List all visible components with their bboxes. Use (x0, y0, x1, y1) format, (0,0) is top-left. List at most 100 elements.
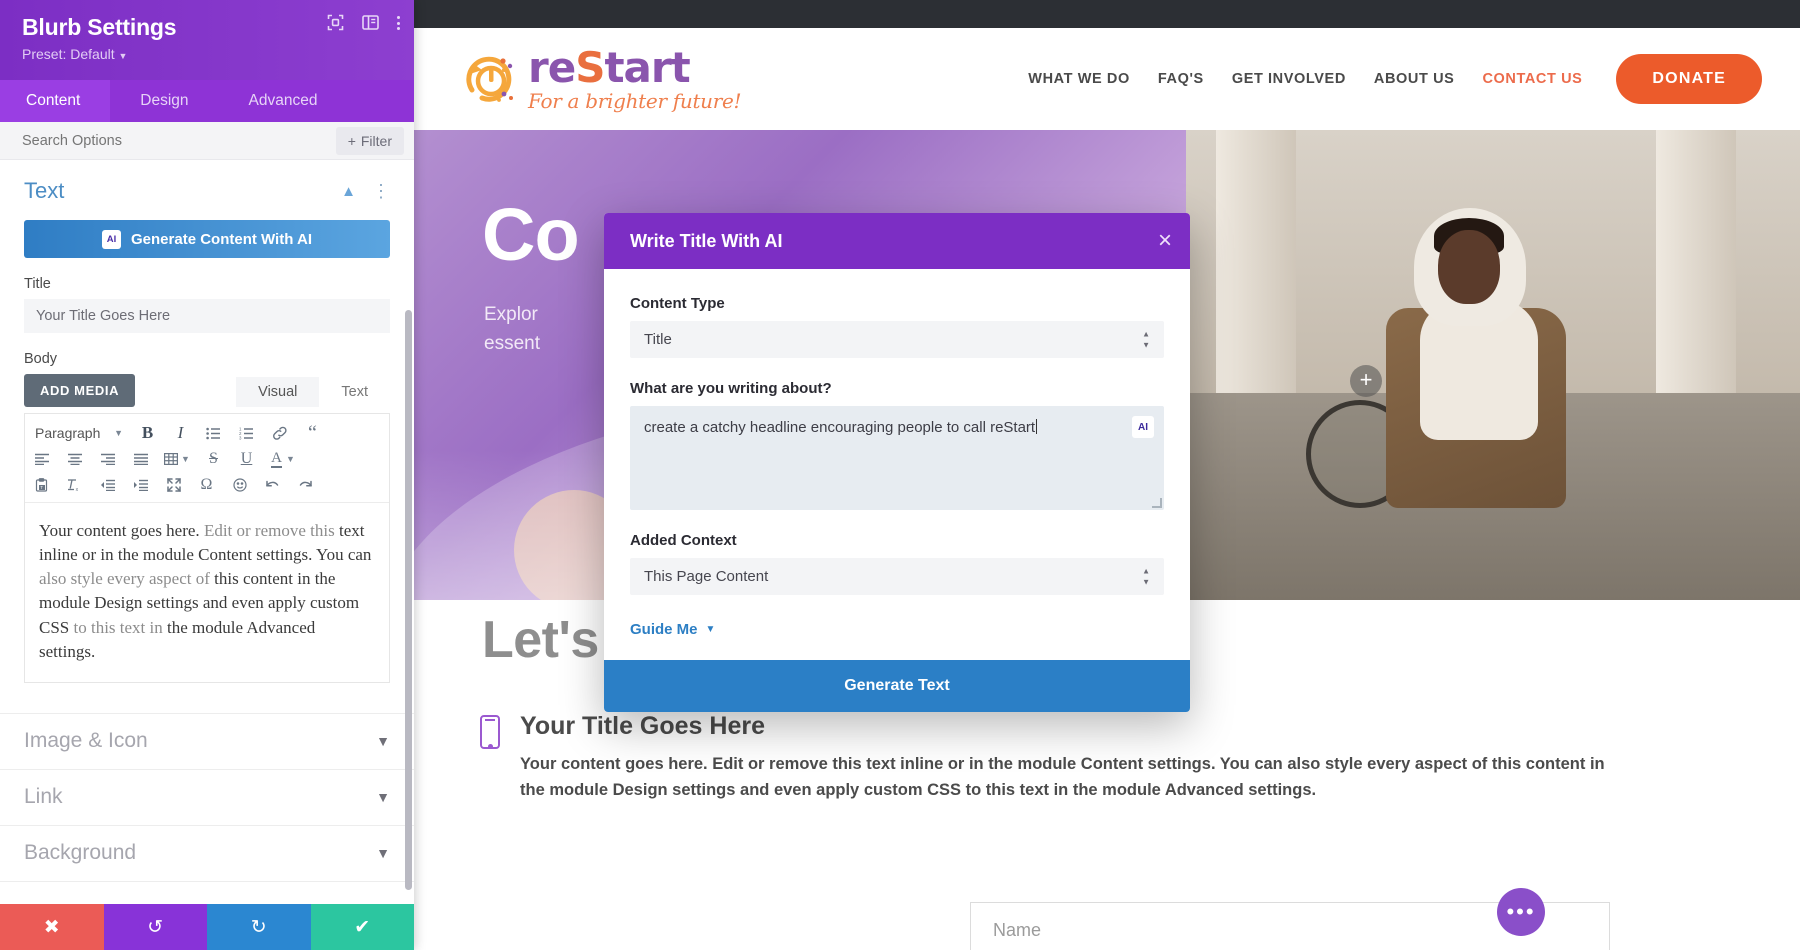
tab-content[interactable]: Content (0, 80, 111, 122)
filter-label: Filter (360, 132, 392, 149)
filter-button[interactable]: + Filter (335, 126, 404, 155)
editor-tab-text[interactable]: Text (319, 377, 390, 407)
generate-text-button[interactable]: Generate Text (604, 660, 1190, 712)
align-justify-icon[interactable] (124, 446, 157, 472)
nav-item-get-involved[interactable]: GET INVOLVED (1232, 71, 1346, 87)
chevron-down-icon: ▼ (705, 624, 716, 635)
content-type-value: Title (644, 331, 672, 348)
hero-image-person (1376, 208, 1576, 558)
guide-me-toggle[interactable]: Guide Me ▼ (630, 621, 1164, 638)
italic-icon[interactable]: I (164, 420, 197, 446)
logo-word-re: re (528, 43, 576, 92)
resize-handle[interactable] (1152, 498, 1162, 508)
content-type-label: Content Type (630, 295, 725, 312)
nav-item-faqs[interactable]: FAQ'S (1158, 71, 1204, 87)
close-button[interactable]: ✖ (0, 904, 104, 950)
prompt-label: What are you writing about? (630, 380, 832, 397)
tab-design[interactable]: Design (110, 80, 218, 122)
table-icon[interactable]: ▼ (157, 446, 197, 472)
numbered-list-icon[interactable]: 1 2 3 (230, 420, 263, 446)
guide-me-label: Guide Me (630, 621, 698, 638)
add-media-button[interactable]: ADD MEDIA (24, 374, 136, 407)
settings-header: Blurb Settings Preset: Default ▼ (0, 0, 414, 80)
underline-icon[interactable]: U (230, 446, 263, 472)
editor-content-text: Your content goes here. Edit or remove t… (39, 521, 372, 661)
site-logo[interactable]: reStart For a brighter future! (460, 47, 742, 111)
wysiwyg-editor: Paragraph ▼ B I 1 2 3 “ ▼ S U A ▼ T x Ω … (24, 413, 390, 683)
ai-badge-icon: AI (102, 229, 121, 249)
text-color-icon[interactable]: A ▼ (263, 446, 303, 472)
preset-selector[interactable]: Preset: Default ▼ (22, 46, 396, 62)
logo-word-tart: tart (604, 43, 690, 92)
svg-text:T: T (40, 485, 43, 490)
blurb-body: Your content goes here. Edit or remove t… (520, 755, 1605, 800)
tab-advanced[interactable]: Advanced (219, 80, 348, 122)
settings-action-bar: ✖ ↺ ↻ ✔ (0, 904, 414, 950)
strikethrough-icon[interactable]: S (197, 446, 230, 472)
kebab-menu-icon[interactable] (397, 15, 400, 30)
blurb-settings-panel: Blurb Settings Preset: Default ▼ Content… (0, 0, 414, 950)
close-icon[interactable]: × (1158, 229, 1172, 253)
nav-item-about-us[interactable]: ABOUT US (1374, 71, 1455, 87)
link-icon[interactable] (263, 420, 296, 446)
editor-content-area[interactable]: Your content goes here. Edit or remove t… (25, 502, 389, 682)
focus-icon[interactable] (327, 14, 344, 31)
accordion-link[interactable]: Link ▼ (0, 770, 414, 826)
blurb-module: Your Title Goes Here Your content goes h… (480, 712, 1640, 804)
hero-image (1186, 130, 1800, 600)
added-context-select[interactable]: This Page Content ▲ ▼ (630, 558, 1164, 595)
emoji-icon[interactable] (223, 472, 256, 498)
chevron-down-icon: ▼ (376, 845, 390, 862)
settings-accordion: Image & Icon ▼ Link ▼ Background ▼ (0, 712, 414, 882)
content-type-select[interactable]: Title ▲ ▼ (630, 321, 1164, 358)
added-context-label: Added Context (630, 532, 737, 549)
paste-as-text-icon[interactable]: T (25, 472, 58, 498)
accordion-background[interactable]: Background ▼ (0, 826, 414, 882)
align-right-icon[interactable] (91, 446, 124, 472)
generate-ai-label: Generate Content With AI (131, 230, 312, 248)
modal-header: Write Title With AI × (604, 213, 1190, 269)
text-cursor (1036, 419, 1038, 434)
indent-icon[interactable] (124, 472, 157, 498)
redo-icon[interactable] (289, 472, 322, 498)
prompt-textarea[interactable]: create a catchy headline encouraging peo… (630, 406, 1164, 510)
site-header: reStart For a brighter future! WHAT WE D… (414, 28, 1800, 130)
preset-label: Preset: Default (22, 46, 115, 62)
search-input[interactable] (22, 132, 336, 149)
browser-topbar (414, 0, 1800, 28)
donate-button[interactable]: DONATE (1616, 54, 1762, 104)
editor-tab-visual[interactable]: Visual (236, 377, 320, 407)
bold-icon[interactable]: B (131, 420, 164, 446)
generate-content-with-ai-button[interactable]: AI Generate Content With AI (24, 220, 390, 258)
ai-badge-icon[interactable]: AI (1132, 416, 1154, 438)
chevron-up-icon[interactable]: ▲ (341, 183, 356, 200)
align-left-icon[interactable] (25, 446, 58, 472)
special-character-icon[interactable]: Ω (190, 472, 223, 498)
module-options-fab[interactable]: ••• (1497, 888, 1545, 936)
accordion-image-and-icon[interactable]: Image & Icon ▼ (0, 714, 414, 770)
outdent-icon[interactable] (91, 472, 124, 498)
layout-panel-icon[interactable] (362, 15, 379, 30)
paragraph-format-select[interactable]: Paragraph ▼ (25, 420, 131, 446)
fullscreen-icon[interactable] (157, 472, 190, 498)
add-module-icon[interactable]: + (1350, 365, 1382, 397)
chevron-down-icon: ▼ (376, 733, 390, 750)
undo-icon[interactable] (256, 472, 289, 498)
align-center-icon[interactable] (58, 446, 91, 472)
undo-button[interactable]: ↺ (103, 904, 207, 950)
sidebar-scrollbar[interactable] (405, 310, 412, 890)
hero-image-pillar-right (1656, 130, 1736, 403)
nav-item-contact-us[interactable]: CONTACT US (1482, 71, 1582, 87)
clear-formatting-icon[interactable]: x (58, 472, 91, 498)
bulleted-list-icon[interactable] (197, 420, 230, 446)
blockquote-icon[interactable]: “ (296, 420, 329, 446)
logo-word-s: S (575, 43, 605, 92)
hero-title: Co (482, 193, 580, 276)
title-input[interactable] (24, 299, 390, 333)
text-section-kebab-icon[interactable]: ⋮ (372, 182, 390, 200)
save-button[interactable]: ✔ (310, 904, 414, 950)
redo-button[interactable]: ↻ (207, 904, 311, 950)
nav-item-what-we-do[interactable]: WHAT WE DO (1028, 71, 1130, 87)
added-context-value: This Page Content (644, 568, 769, 585)
hero-image-pillar-left (1216, 130, 1296, 403)
